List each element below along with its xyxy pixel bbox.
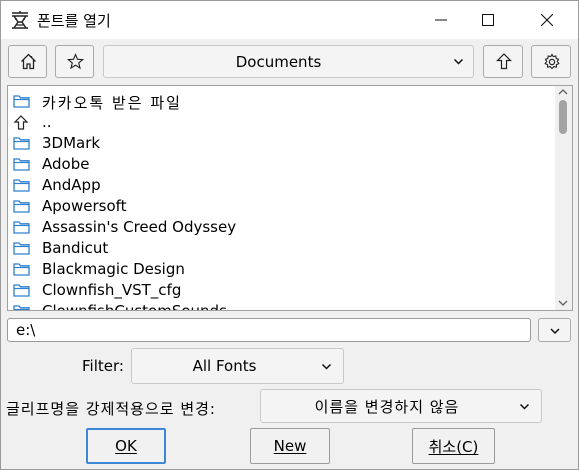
chevron-down-icon <box>454 59 463 65</box>
ok-label: OK <box>115 437 137 455</box>
file-name: 카카오톡 받은 파일 <box>42 94 182 112</box>
parent-directory-button[interactable] <box>483 45 523 78</box>
folder-icon <box>13 221 30 234</box>
cancel-label: 취소(C) <box>428 437 479 456</box>
cancel-button[interactable]: 취소(C) <box>412 428 495 464</box>
home-icon <box>21 53 36 70</box>
minimize-icon <box>435 19 447 21</box>
maximize-button[interactable] <box>465 1 511 39</box>
chevron-down-icon <box>550 328 560 335</box>
list-item[interactable]: Apowersoft <box>13 196 553 217</box>
chevron-down-icon <box>322 364 331 370</box>
folder-icon <box>13 242 30 255</box>
file-name: Bandicut <box>42 239 109 257</box>
file-name: Apowersoft <box>42 197 127 215</box>
font-open-dialog: 폰트를 열기 Documents 카카오톡 받은 파일 .. 3DMark Ad… <box>0 0 579 470</box>
file-name: Blackmagic Design <box>42 260 185 278</box>
filter-label: Filter: <box>82 357 124 375</box>
arrow-up-icon <box>496 53 512 70</box>
folder-icon <box>13 158 30 171</box>
rename-glyphs-label: 글리프명을 강제적용으로 변경: <box>6 400 216 418</box>
path-input[interactable] <box>7 318 531 342</box>
list-item[interactable]: 카카오톡 받은 파일 <box>13 91 553 112</box>
arrow-up-icon <box>13 115 29 130</box>
file-name: Adobe <box>42 155 90 173</box>
list-item[interactable]: 3DMark <box>13 133 553 154</box>
close-icon <box>541 14 553 26</box>
folder-icon <box>13 179 30 192</box>
window-title: 폰트를 열기 <box>37 12 111 30</box>
directory-value: Documents <box>235 52 322 71</box>
favorites-button[interactable] <box>55 45 94 78</box>
close-button[interactable] <box>524 1 570 39</box>
title-bar: 폰트를 열기 <box>1 1 578 39</box>
folder-icon <box>13 305 30 310</box>
new-label: New <box>273 437 307 455</box>
directory-combo[interactable]: Documents <box>103 45 474 78</box>
folder-icon <box>13 137 30 150</box>
file-name: AndApp <box>42 176 101 194</box>
list-item[interactable]: Adobe <box>13 154 553 175</box>
file-name: Clownfish_VST_cfg <box>42 281 182 299</box>
filter-value: All Fonts <box>192 357 257 375</box>
settings-button[interactable] <box>531 45 571 78</box>
scroll-down-icon[interactable] <box>558 300 568 306</box>
path-history-dropdown[interactable] <box>538 318 571 342</box>
file-list[interactable]: 카카오톡 받은 파일 .. 3DMark Adobe AndApp Apower… <box>7 85 573 311</box>
file-name: 3DMark <box>42 134 101 152</box>
filter-combo[interactable]: All Fonts <box>131 348 344 384</box>
gear-icon <box>544 53 560 70</box>
list-item[interactable]: Assassin's Creed Odyssey <box>13 217 553 238</box>
scroll-up-icon[interactable] <box>558 89 568 95</box>
vertical-scrollbar[interactable] <box>555 86 572 310</box>
file-name: Assassin's Creed Odyssey <box>42 218 237 236</box>
home-button[interactable] <box>8 45 47 78</box>
minimize-button[interactable] <box>418 1 464 39</box>
kakao-typewriter-icon <box>12 11 28 29</box>
list-item[interactable]: AndApp <box>13 175 553 196</box>
file-name: .. <box>42 113 52 131</box>
ok-button[interactable]: OK <box>86 428 166 464</box>
file-name: ClownfishCustomSounds <box>42 302 227 311</box>
folder-icon <box>13 95 30 108</box>
chevron-down-icon <box>520 404 529 410</box>
scrollbar-thumb[interactable] <box>559 100 567 134</box>
list-item[interactable]: Clownfish_VST_cfg <box>13 280 553 301</box>
list-item[interactable]: Blackmagic Design <box>13 259 553 280</box>
new-button[interactable]: New <box>250 428 330 464</box>
folder-icon <box>13 284 30 297</box>
list-item[interactable]: .. <box>13 112 553 133</box>
list-item[interactable]: ClownfishCustomSounds <box>13 301 553 311</box>
rename-glyphs-combo[interactable]: 이름을 변경하지 않음 <box>260 389 542 423</box>
list-item[interactable]: Bandicut <box>13 238 553 259</box>
rename-value: 이름을 변경하지 않음 <box>314 397 460 416</box>
folder-icon <box>13 200 30 213</box>
star-icon <box>67 53 84 70</box>
maximize-icon <box>482 14 494 26</box>
folder-icon <box>13 263 30 276</box>
